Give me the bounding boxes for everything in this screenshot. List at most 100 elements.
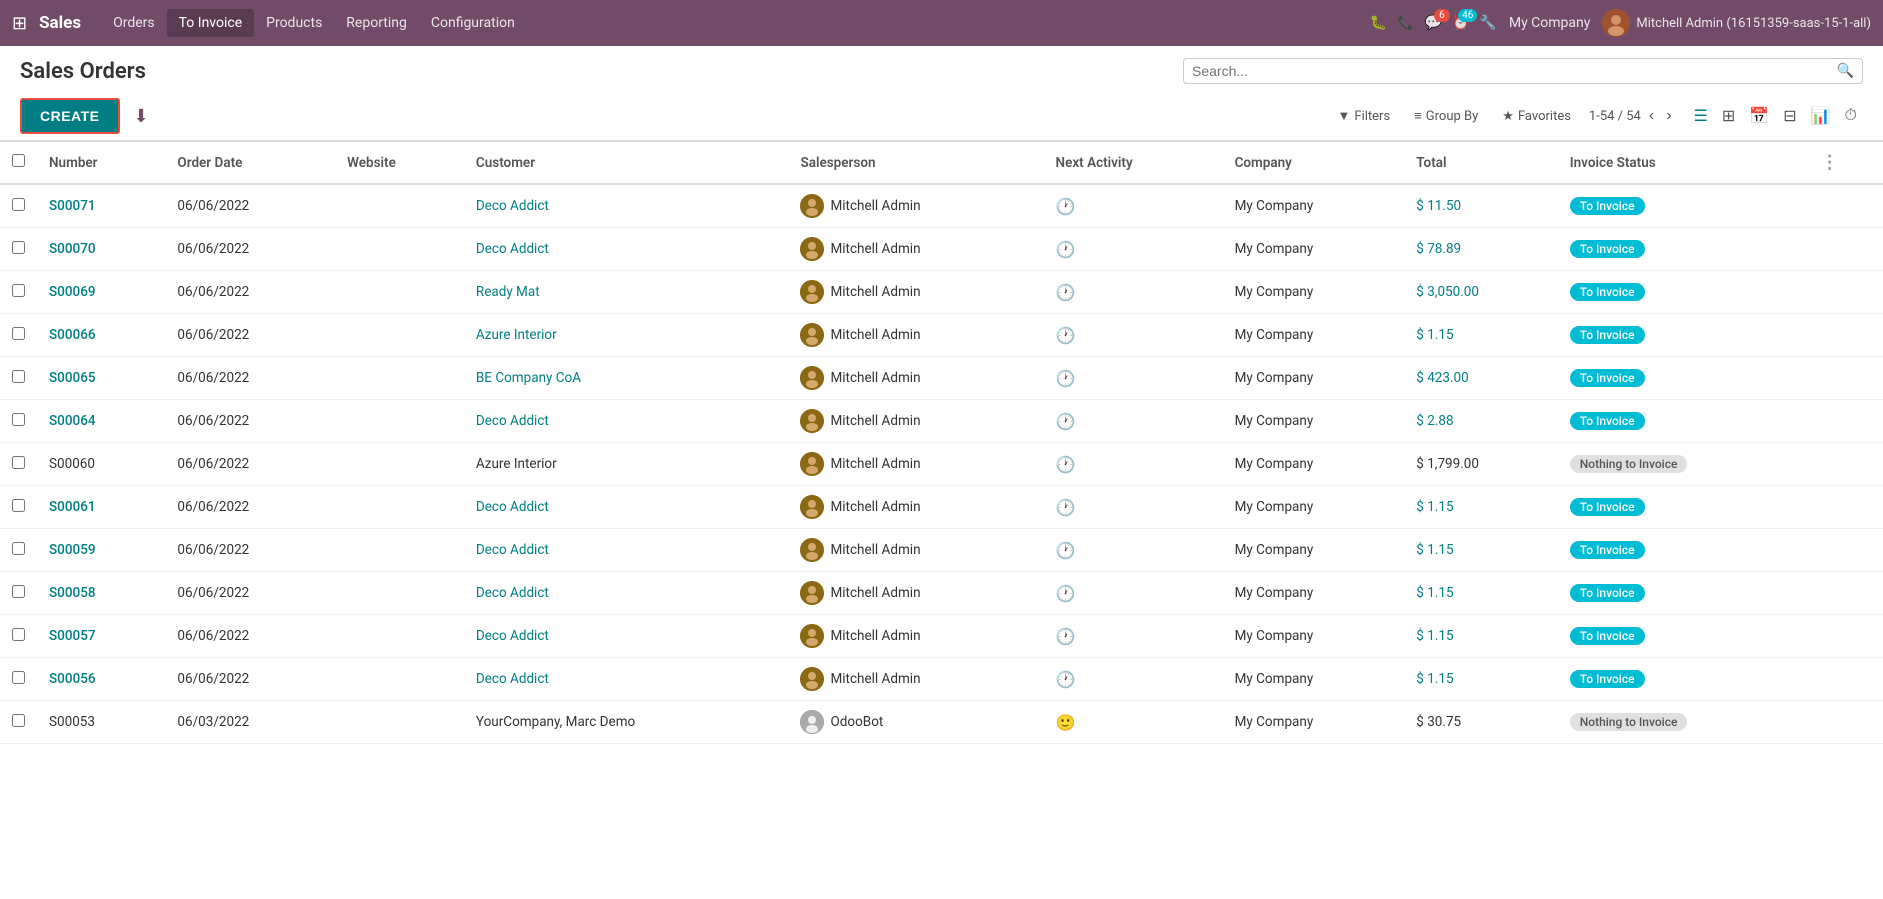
app-grid-icon[interactable]: ⊞ (12, 13, 27, 34)
col-number[interactable]: Number (37, 142, 165, 185)
list-view-button[interactable]: ☰ (1688, 102, 1714, 130)
order-number-link[interactable]: S00057 (49, 628, 96, 644)
col-next-activity[interactable]: Next Activity (1044, 142, 1223, 185)
col-company[interactable]: Company (1223, 142, 1405, 185)
activity-clock-icon[interactable]: 🕐 (1056, 670, 1076, 689)
order-number-link[interactable]: S00070 (49, 241, 96, 257)
total-cell: $ 1.15 (1404, 615, 1557, 658)
customer-link[interactable]: Azure Interior (476, 327, 557, 343)
customer-link[interactable]: Deco Addict (476, 499, 549, 515)
row-checkbox[interactable] (12, 714, 25, 727)
top-nav-icons: 🐛 📞 💬 6 ⏰ 46 🔧 (1370, 15, 1497, 31)
kanban-view-button[interactable]: ⊞ (1716, 102, 1741, 130)
customer-link[interactable]: Deco Addict (476, 198, 549, 214)
customer-link[interactable]: Deco Addict (476, 585, 549, 601)
row-checkbox-cell (0, 572, 37, 615)
order-number-link[interactable]: S00064 (49, 413, 96, 429)
row-checkbox[interactable] (12, 241, 25, 254)
customer-link[interactable]: Deco Addict (476, 542, 549, 558)
row-checkbox[interactable] (12, 456, 25, 469)
total-cell: $ 3,050.00 (1404, 271, 1557, 314)
col-order-date[interactable]: Order Date (165, 142, 335, 185)
row-checkbox[interactable] (12, 284, 25, 297)
table-row: S00064 06/06/2022 Deco Addict Mitchell A… (0, 400, 1883, 443)
order-number-link[interactable]: S00058 (49, 585, 96, 601)
activity-clock-icon[interactable]: 🕐 (1056, 584, 1076, 603)
order-number-link[interactable]: S00059 (49, 542, 96, 558)
customer-link[interactable]: BE Company CoA (476, 370, 581, 386)
favorites-button[interactable]: ★ Favorites (1496, 105, 1577, 128)
activity-view-button[interactable]: ⏱ (1839, 102, 1863, 130)
invoice-status-cell: Nothing to Invoice (1558, 443, 1809, 486)
customer-link[interactable]: Deco Addict (476, 413, 549, 429)
order-number-link[interactable]: S00065 (49, 370, 96, 386)
company-name-text: My Company (1235, 585, 1314, 601)
nav-item-reporting[interactable]: Reporting (334, 9, 419, 37)
col-total[interactable]: Total (1404, 142, 1557, 185)
search-input[interactable] (1192, 63, 1837, 79)
activity-clock-icon[interactable]: 🕐 (1056, 627, 1076, 646)
nav-item-products[interactable]: Products (254, 9, 334, 37)
order-number-link[interactable]: S00056 (49, 671, 96, 687)
next-activity-cell: 🕐 (1044, 228, 1223, 271)
total-amount: $ 1.15 (1416, 327, 1453, 343)
activity-clock-icon[interactable]: 🕐 (1056, 326, 1076, 345)
customer-link[interactable]: Ready Mat (476, 284, 540, 300)
select-all-checkbox[interactable] (12, 154, 25, 167)
col-website[interactable]: Website (335, 142, 464, 185)
filters-button[interactable]: ▼ Filters (1332, 104, 1397, 128)
col-more[interactable]: ⋮ (1809, 142, 1883, 185)
total-amount: $ 1.15 (1416, 542, 1453, 558)
col-invoice-status[interactable]: Invoice Status (1558, 142, 1809, 185)
activity-clock-icon[interactable]: 🙂 (1056, 713, 1076, 732)
order-number-link[interactable]: S00061 (49, 499, 96, 515)
row-checkbox[interactable] (12, 413, 25, 426)
chat-icon[interactable]: 💬 6 (1425, 15, 1442, 31)
next-activity-cell: 🕐 (1044, 271, 1223, 314)
col-customer[interactable]: Customer (464, 142, 789, 185)
clock-icon[interactable]: ⏰ 46 (1452, 15, 1469, 31)
activity-clock-icon[interactable]: 🕐 (1056, 369, 1076, 388)
customer-link[interactable]: Deco Addict (476, 628, 549, 644)
user-menu[interactable]: Mitchell Admin (16151359-saas-15-1-all) (1602, 9, 1871, 37)
select-all-col (0, 142, 37, 185)
activity-clock-icon[interactable]: 🕐 (1056, 412, 1076, 431)
row-checkbox[interactable] (12, 327, 25, 340)
calendar-view-button[interactable]: 📅 (1743, 102, 1775, 130)
next-page-button[interactable]: › (1662, 105, 1675, 127)
activity-clock-icon[interactable]: 🕐 (1056, 283, 1076, 302)
activity-clock-icon[interactable]: 🕐 (1056, 197, 1076, 216)
row-checkbox[interactable] (12, 499, 25, 512)
graph-view-button[interactable]: 📊 (1805, 102, 1837, 130)
row-checkbox[interactable] (12, 671, 25, 684)
activity-clock-icon[interactable]: 🕐 (1056, 541, 1076, 560)
row-checkbox[interactable] (12, 585, 25, 598)
activity-clock-icon[interactable]: 🕐 (1056, 240, 1076, 259)
row-checkbox[interactable] (12, 370, 25, 383)
nav-item-to-invoice[interactable]: To Invoice (167, 9, 255, 37)
wrench-icon[interactable]: 🔧 (1479, 15, 1496, 31)
nav-item-configuration[interactable]: Configuration (419, 9, 527, 37)
bug-icon[interactable]: 🐛 (1370, 15, 1387, 31)
row-checkbox[interactable] (12, 628, 25, 641)
order-number-link[interactable]: S00069 (49, 284, 96, 300)
order-number-link[interactable]: S00071 (49, 198, 96, 214)
col-salesperson[interactable]: Salesperson (788, 142, 1043, 185)
create-button[interactable]: CREATE (20, 98, 120, 134)
customer-link[interactable]: Deco Addict (476, 241, 549, 257)
prev-page-button[interactable]: ‹ (1645, 105, 1658, 127)
nav-item-orders[interactable]: Orders (101, 9, 167, 37)
activity-clock-icon[interactable]: 🕐 (1056, 498, 1076, 517)
order-number-link[interactable]: S00066 (49, 327, 96, 343)
row-checkbox[interactable] (12, 542, 25, 555)
pivot-view-button[interactable]: ⊟ (1777, 102, 1802, 130)
download-icon[interactable]: ⬇ (128, 102, 155, 131)
activity-clock-icon[interactable]: 🕐 (1056, 455, 1076, 474)
phone-icon[interactable]: 📞 (1397, 15, 1414, 31)
order-date: 06/06/2022 (177, 542, 249, 558)
invoice-status-cell: Nothing to Invoice (1558, 701, 1809, 744)
next-activity-cell: 🕐 (1044, 357, 1223, 400)
customer-link[interactable]: Deco Addict (476, 671, 549, 687)
row-checkbox[interactable] (12, 198, 25, 211)
group-by-button[interactable]: ≡ Group By (1408, 104, 1484, 128)
